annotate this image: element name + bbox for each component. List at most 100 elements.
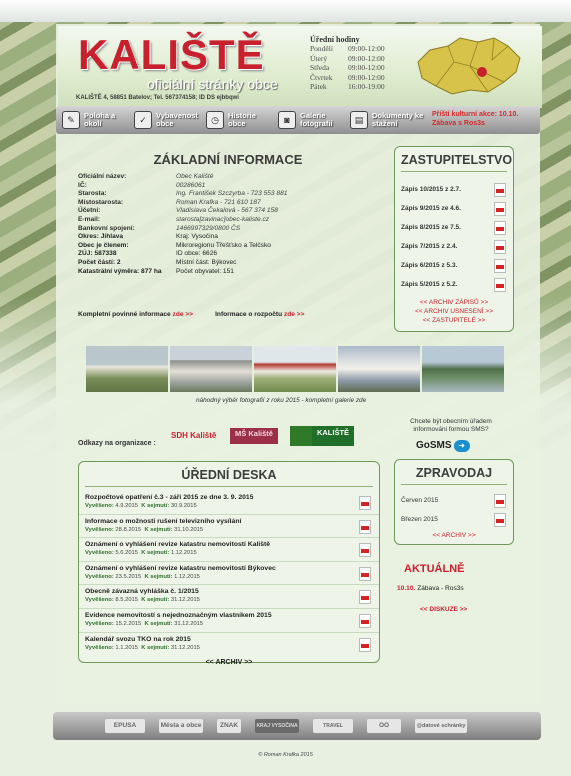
deer-icon [290,426,312,446]
footer-logo[interactable]: KRAJ VYSOČINA [255,719,299,733]
region-map-icon [417,37,521,95]
pdf-icon[interactable] [359,590,371,605]
footer-logo[interactable]: TRAVEL [313,719,353,733]
footer-logo[interactable]: Města a obce [159,719,203,733]
notice-item[interactable]: Obecně závazná vyhláška č. 1/2015 Vyvěšen… [79,585,379,609]
archive-resolutions-link[interactable]: << ARCHIV USNESENÍ >> [395,307,513,316]
copyright: © Roman Krafka 2015 [258,752,313,758]
info-row: Katastrální výměra: 877 ha Počet obyvatel… [78,267,234,275]
footer-logos: EPUSA Města a obce ZNAK KRAJ VYSOČINA TR… [53,712,541,740]
mandatory-info-link[interactable]: Kompletní povinné informace zde >> [78,311,193,318]
gosms-arrow-icon: ➜ [453,440,470,452]
clock-icon: ◷ [206,111,224,129]
pdf-icon [494,182,506,197]
pencil-icon: ✎ [62,111,80,129]
document-icon: ▤ [350,111,368,129]
ms-link[interactable]: MŠ Kaliště [230,428,278,444]
camera-icon: ◙ [278,111,296,129]
check-icon: ✓ [134,111,152,129]
notice-item[interactable]: Kalendář svozu TKO na rok 2015 Vyvěšeno: … [79,633,379,656]
notice-item[interactable]: Oznámení o vyhlášení revize katastru nem… [79,538,379,562]
gosms-link[interactable]: GoSMS ➜ [416,440,470,452]
council-box: ZASTUPITELSTVO Zápis 10/2015 z 2.7. Zápi… [394,146,514,332]
sky-strip [0,0,571,22]
footer-logo[interactable]: EPUSA [105,719,145,733]
email-link[interactable]: starosta[zavinac]obec-kaliste.cz [176,216,269,225]
pdf-icon[interactable] [359,613,371,628]
council-minutes-item[interactable]: Zápis 6/2015 z 5.3. [395,256,513,275]
nav-item-poloha[interactable]: ✎ Poloha a okolí [62,109,128,131]
pdf-icon [494,201,506,216]
kaliste-link[interactable]: KALIŠTĚ [290,426,354,446]
news-item[interactable]: 10.10. Zábava - Ros3s [397,585,464,592]
sms-info-text: Chcete být obecním úřadem informováni fo… [410,418,492,433]
news-title: AKTUÁLNĚ [404,563,465,575]
newsletter-item[interactable]: Červen 2015 [395,491,513,510]
notice-item[interactable]: Evidence nemovitostí s nejednoznačným vl… [79,609,379,633]
nav-item-galerie[interactable]: ◙ Galerie fotografií [278,109,344,131]
nav-item-vybavenost[interactable]: ✓ Vybavenost obce [134,109,200,131]
pdf-icon[interactable] [359,496,371,510]
site-subtitle: oficiální stránky obce [147,76,278,92]
notice-item[interactable]: Informace o možnosti rušení televizního … [79,515,379,539]
newsletter-item[interactable]: Březen 2015 [395,510,513,529]
council-title: ZASTUPITELSTVO [401,153,512,172]
newsletter-title: ZPRAVODAJ [401,466,507,485]
info-row: Starosta: Ing. František Szczyrba - 723 5… [78,190,288,198]
budget-info-link[interactable]: Informace o rozpočtu zde >> [215,311,304,318]
nav-item-dokumenty[interactable]: ▤ Dokumenty ke stažení [350,109,430,131]
newsletter-box: ZPRAVODAJ Červen 2015 Březen 2015 << ARC… [394,459,514,545]
nav-label: Vybavenost obce [156,111,198,128]
pdf-icon[interactable] [359,566,371,581]
info-row: Okres: Jihlava Kraj: Vysočina [78,233,218,241]
notice-board-title: ÚŘEDNÍ DESKA [85,468,373,487]
info-row: E-mail: starosta[zavinac]obec-kaliste.cz [78,215,270,225]
pdf-icon [494,512,506,527]
council-minutes-item[interactable]: Zápis 10/2015 z 2.7. [395,180,513,199]
newsletter-archive-link[interactable]: << ARCHIV >> [395,531,513,540]
nav-item-historie[interactable]: ◷ Historie obce [206,109,272,131]
pdf-icon[interactable] [359,637,371,652]
notice-item[interactable]: Rozpočtové opatření č.3 - září 2015 ze d… [79,491,379,515]
info-row: Oficiální název: Obec Kaliště [78,173,214,180]
nav-label: Historie obce [228,111,256,128]
info-row: IČ: 00286061 [78,181,206,189]
info-row: ZÚJ: 587338 ID obce: 6626 [78,250,218,258]
council-minutes-item[interactable]: Zápis 5/2015 z 5.2. [395,275,513,294]
info-row: Počet částí: 2 Místní část: Býkovec [78,258,237,266]
photo-caption[interactable]: náhodný výběr fotografií z roku 2015 - k… [196,397,366,404]
info-row: Účetní: Vladislava Čekalová - 567 374 158 [78,207,278,215]
council-minutes-item[interactable]: Zápis 8/2015 ze 7.5. [395,218,513,237]
footer-logo[interactable]: @datové schránky [415,719,467,733]
pdf-icon[interactable] [359,543,371,558]
site-logo[interactable]: KALIŠTĚ [78,34,265,76]
council-minutes-item[interactable]: Zápis 7/2015 z 2.4. [395,237,513,256]
discussion-link[interactable]: << DISKUZE >> [420,606,467,613]
pdf-icon[interactable] [359,519,371,534]
pdf-icon [494,277,506,292]
pdf-icon [494,493,506,508]
notice-board: ÚŘEDNÍ DESKA Rozpočtové opatření č.3 - z… [78,461,380,666]
photo-thumbnail[interactable] [338,346,420,392]
footer-logo[interactable]: OO [367,719,401,733]
archive-minutes-link[interactable]: << ARCHIV ZÁPISŮ >> [395,298,513,307]
basic-info: Oficiální název: Obec Kaliště IČ: 00286061… [78,173,388,276]
photo-strip [86,346,504,392]
sdh-link[interactable]: SDH Kaliště [171,431,219,445]
notice-item[interactable]: Oznámení o vyhlášení revize katastru nem… [79,562,379,586]
footer-logo[interactable]: ZNAK [217,719,241,733]
photo-thumbnail[interactable] [422,346,504,392]
photo-thumbnail[interactable] [170,346,252,392]
notice-archive-link[interactable]: << ARCHIV >> [79,659,379,666]
nav-label: Poloha a okolí [84,111,116,128]
info-links: Kompletní povinné informace zde >> Infor… [78,311,305,318]
council-members-link[interactable]: << ZASTUPITELÉ >> [395,316,513,325]
org-links-label: Odkazy na organizace : [78,440,156,447]
council-minutes-item[interactable]: Zápis 9/2015 ze 4.6. [395,199,513,218]
next-event-alert[interactable]: Příští kulturní akce: 10.10. Zábava s Ro… [432,110,532,128]
basic-info-title: ZÁKLADNÍ INFORMACE [153,152,303,167]
photo-thumbnail[interactable] [254,346,336,392]
nav-label: Dokumenty ke stažení [372,111,424,128]
pdf-icon [494,258,506,273]
photo-thumbnail[interactable] [86,346,168,392]
